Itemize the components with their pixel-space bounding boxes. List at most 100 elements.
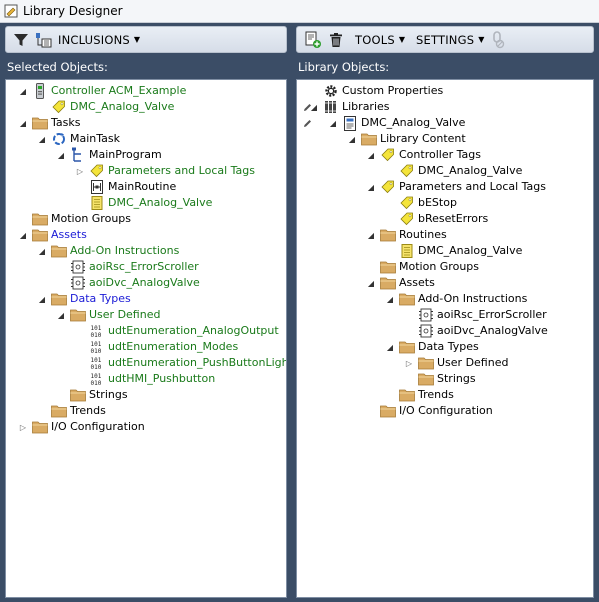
tree-item-label: Add-On Instructions <box>70 244 180 257</box>
tree-item[interactable]: ▷ Parameters and Local Tags <box>75 163 255 179</box>
tree-item[interactable]: ◢ Tasks <box>18 115 80 131</box>
tree-item[interactable]: aoiDvc_AnalogValve <box>404 323 548 339</box>
folder-icon <box>399 291 415 307</box>
tree-item[interactable]: ◢ Library Content <box>347 131 466 147</box>
tree-item[interactable]: Motion Groups <box>366 259 479 275</box>
tree-item[interactable]: ◢ Routines <box>366 227 447 243</box>
library-objects-pane: TOOLS ▼ SETTINGS ▼ Library Objects: Cust… <box>294 24 596 600</box>
tree-item[interactable]: ◢ Add-On Instructions <box>385 291 527 307</box>
collapse-arrow-icon[interactable]: ◢ <box>366 227 376 243</box>
expand-arrow-icon[interactable]: ▷ <box>75 163 85 179</box>
tree-item[interactable]: MainRoutine <box>75 179 176 195</box>
library-objects-tree[interactable]: Custom Properties ◢ Libraries ◢ DMC_Analog_V… <box>296 79 594 598</box>
routine-icon <box>89 195 105 211</box>
tree-item[interactable]: I/O Configuration <box>366 403 493 419</box>
collapse-arrow-icon[interactable]: ◢ <box>37 291 47 307</box>
tree-item[interactable]: ◢ Assets <box>18 227 87 243</box>
collapse-arrow-icon[interactable]: ◢ <box>37 131 47 147</box>
selected-objects-header: Selected Objects: <box>7 60 108 74</box>
tree-item[interactable]: bResetErrors <box>385 211 488 227</box>
tree-item[interactable]: ▷ User Defined <box>404 355 508 371</box>
folder-icon <box>32 419 48 435</box>
tree-item[interactable]: ◢ DMC_Analog_Valve <box>304 115 465 131</box>
collapse-arrow-icon[interactable]: ◢ <box>385 291 395 307</box>
collapse-arrow-icon[interactable]: ◢ <box>366 275 376 291</box>
gear-icon <box>323 83 339 99</box>
collapse-arrow-icon[interactable]: ◢ <box>18 83 28 99</box>
tree-item[interactable]: ◢ Data Types <box>37 291 131 307</box>
tree-item[interactable]: DMC_Analog_Valve <box>385 243 522 259</box>
collapse-arrow-icon[interactable]: ◢ <box>328 115 338 131</box>
folder-icon <box>70 307 86 323</box>
collapse-arrow-icon[interactable]: ◢ <box>366 179 376 195</box>
tree-item[interactable]: DMC_Analog_Valve <box>75 195 212 211</box>
tree-item[interactable]: ◢ Add-On Instructions <box>37 243 179 259</box>
folder-icon <box>399 387 415 403</box>
tree-item[interactable]: ◢ Parameters and Local Tags <box>366 179 546 195</box>
tree-item[interactable]: Motion Groups <box>18 211 131 227</box>
svg-text:010: 010 <box>91 364 102 370</box>
tree-item[interactable]: ◢ Libraries <box>304 99 390 115</box>
inclusions-menu-button[interactable]: INCLUSIONS ▼ <box>32 29 143 51</box>
tree-item[interactable]: 101 010 udtEnumeration_AnalogOutput <box>75 323 279 339</box>
tree-item[interactable]: ◢ User Defined <box>56 307 160 323</box>
tree-item[interactable]: ◢ Data Types <box>385 339 479 355</box>
delete-button[interactable] <box>325 29 347 51</box>
folder-icon <box>418 371 434 387</box>
tree-item[interactable]: 101 010 udtHMI_Pushbutton <box>75 371 216 387</box>
collapse-arrow-icon[interactable]: ◢ <box>18 115 28 131</box>
folder-icon <box>380 227 396 243</box>
tree-item-label: udtHMI_Pushbutton <box>108 372 216 385</box>
filter-button[interactable] <box>10 29 32 51</box>
folder-icon <box>361 131 377 147</box>
expand-arrow-icon[interactable]: ▷ <box>18 419 28 435</box>
folder-icon <box>32 211 48 227</box>
collapse-arrow-icon[interactable]: ◢ <box>347 131 357 147</box>
tree-item[interactable]: aoiRsc_ErrorScroller <box>404 307 547 323</box>
tree-item[interactable]: ◢ MainProgram <box>56 147 162 163</box>
tree-item[interactable]: Strings <box>404 371 476 387</box>
collapse-arrow-icon[interactable]: ◢ <box>18 227 28 243</box>
folder-icon <box>51 403 67 419</box>
tree-item[interactable]: bEStop <box>385 195 457 211</box>
window-title: Library Designer <box>23 4 123 18</box>
tree-item[interactable]: aoiRsc_ErrorScroller <box>56 259 199 275</box>
selected-objects-tree[interactable]: ◢ Controller ACM_Example DMC_Analog_Valve ◢… <box>5 79 287 598</box>
tree-item[interactable]: ▷ I/O Configuration <box>18 419 145 435</box>
tree-item[interactable]: 101 010 udtEnumeration_PushButtonLight <box>75 355 287 371</box>
add-library-button[interactable] <box>301 29 325 51</box>
settings-menu-button[interactable]: SETTINGS ▼ <box>408 29 487 51</box>
tree-item[interactable]: Custom Properties <box>309 83 443 99</box>
disabled-tool-button[interactable] <box>487 29 509 51</box>
collapse-arrow-icon[interactable]: ◢ <box>366 147 376 163</box>
tree-item[interactable]: Strings <box>56 387 128 403</box>
tree-item-label: Strings <box>89 388 128 401</box>
collapse-arrow-icon[interactable]: ◢ <box>385 339 395 355</box>
collapse-arrow-icon[interactable]: ◢ <box>56 307 66 323</box>
tree-item[interactable]: DMC_Analog_Valve <box>385 163 522 179</box>
tree-item-label: bEStop <box>418 196 457 209</box>
tree-item-label: Data Types <box>418 340 479 353</box>
folder-icon <box>51 291 67 307</box>
tree-item-label: MainTask <box>70 132 120 145</box>
tree-item-label: Strings <box>437 372 476 385</box>
tree-item[interactable]: aoiDvc_AnalogValve <box>56 275 200 291</box>
svg-text:101: 101 <box>91 357 102 364</box>
tools-menu-button[interactable]: TOOLS ▼ <box>347 29 408 51</box>
collapse-arrow-icon[interactable]: ◢ <box>56 147 66 163</box>
tree-item[interactable]: Trends <box>385 387 454 403</box>
add-on-instruction-icon <box>418 307 434 323</box>
tree-item[interactable]: ◢ MainTask <box>37 131 120 147</box>
expand-arrow-icon[interactable]: ▷ <box>404 355 414 371</box>
tree-item[interactable]: ◢ Assets <box>366 275 435 291</box>
chevron-down-icon: ▼ <box>478 35 485 44</box>
tree-item[interactable]: DMC_Analog_Valve <box>37 99 174 115</box>
tree-item[interactable]: ◢ Controller ACM_Example <box>18 83 186 99</box>
tree-item[interactable]: ◢ Controller Tags <box>366 147 481 163</box>
collapse-arrow-icon[interactable]: ◢ <box>37 243 47 259</box>
tree-item-label: Motion Groups <box>399 260 480 273</box>
tree-item[interactable]: 101 010 udtEnumeration_Modes <box>75 339 239 355</box>
tree-item[interactable]: Trends <box>37 403 106 419</box>
